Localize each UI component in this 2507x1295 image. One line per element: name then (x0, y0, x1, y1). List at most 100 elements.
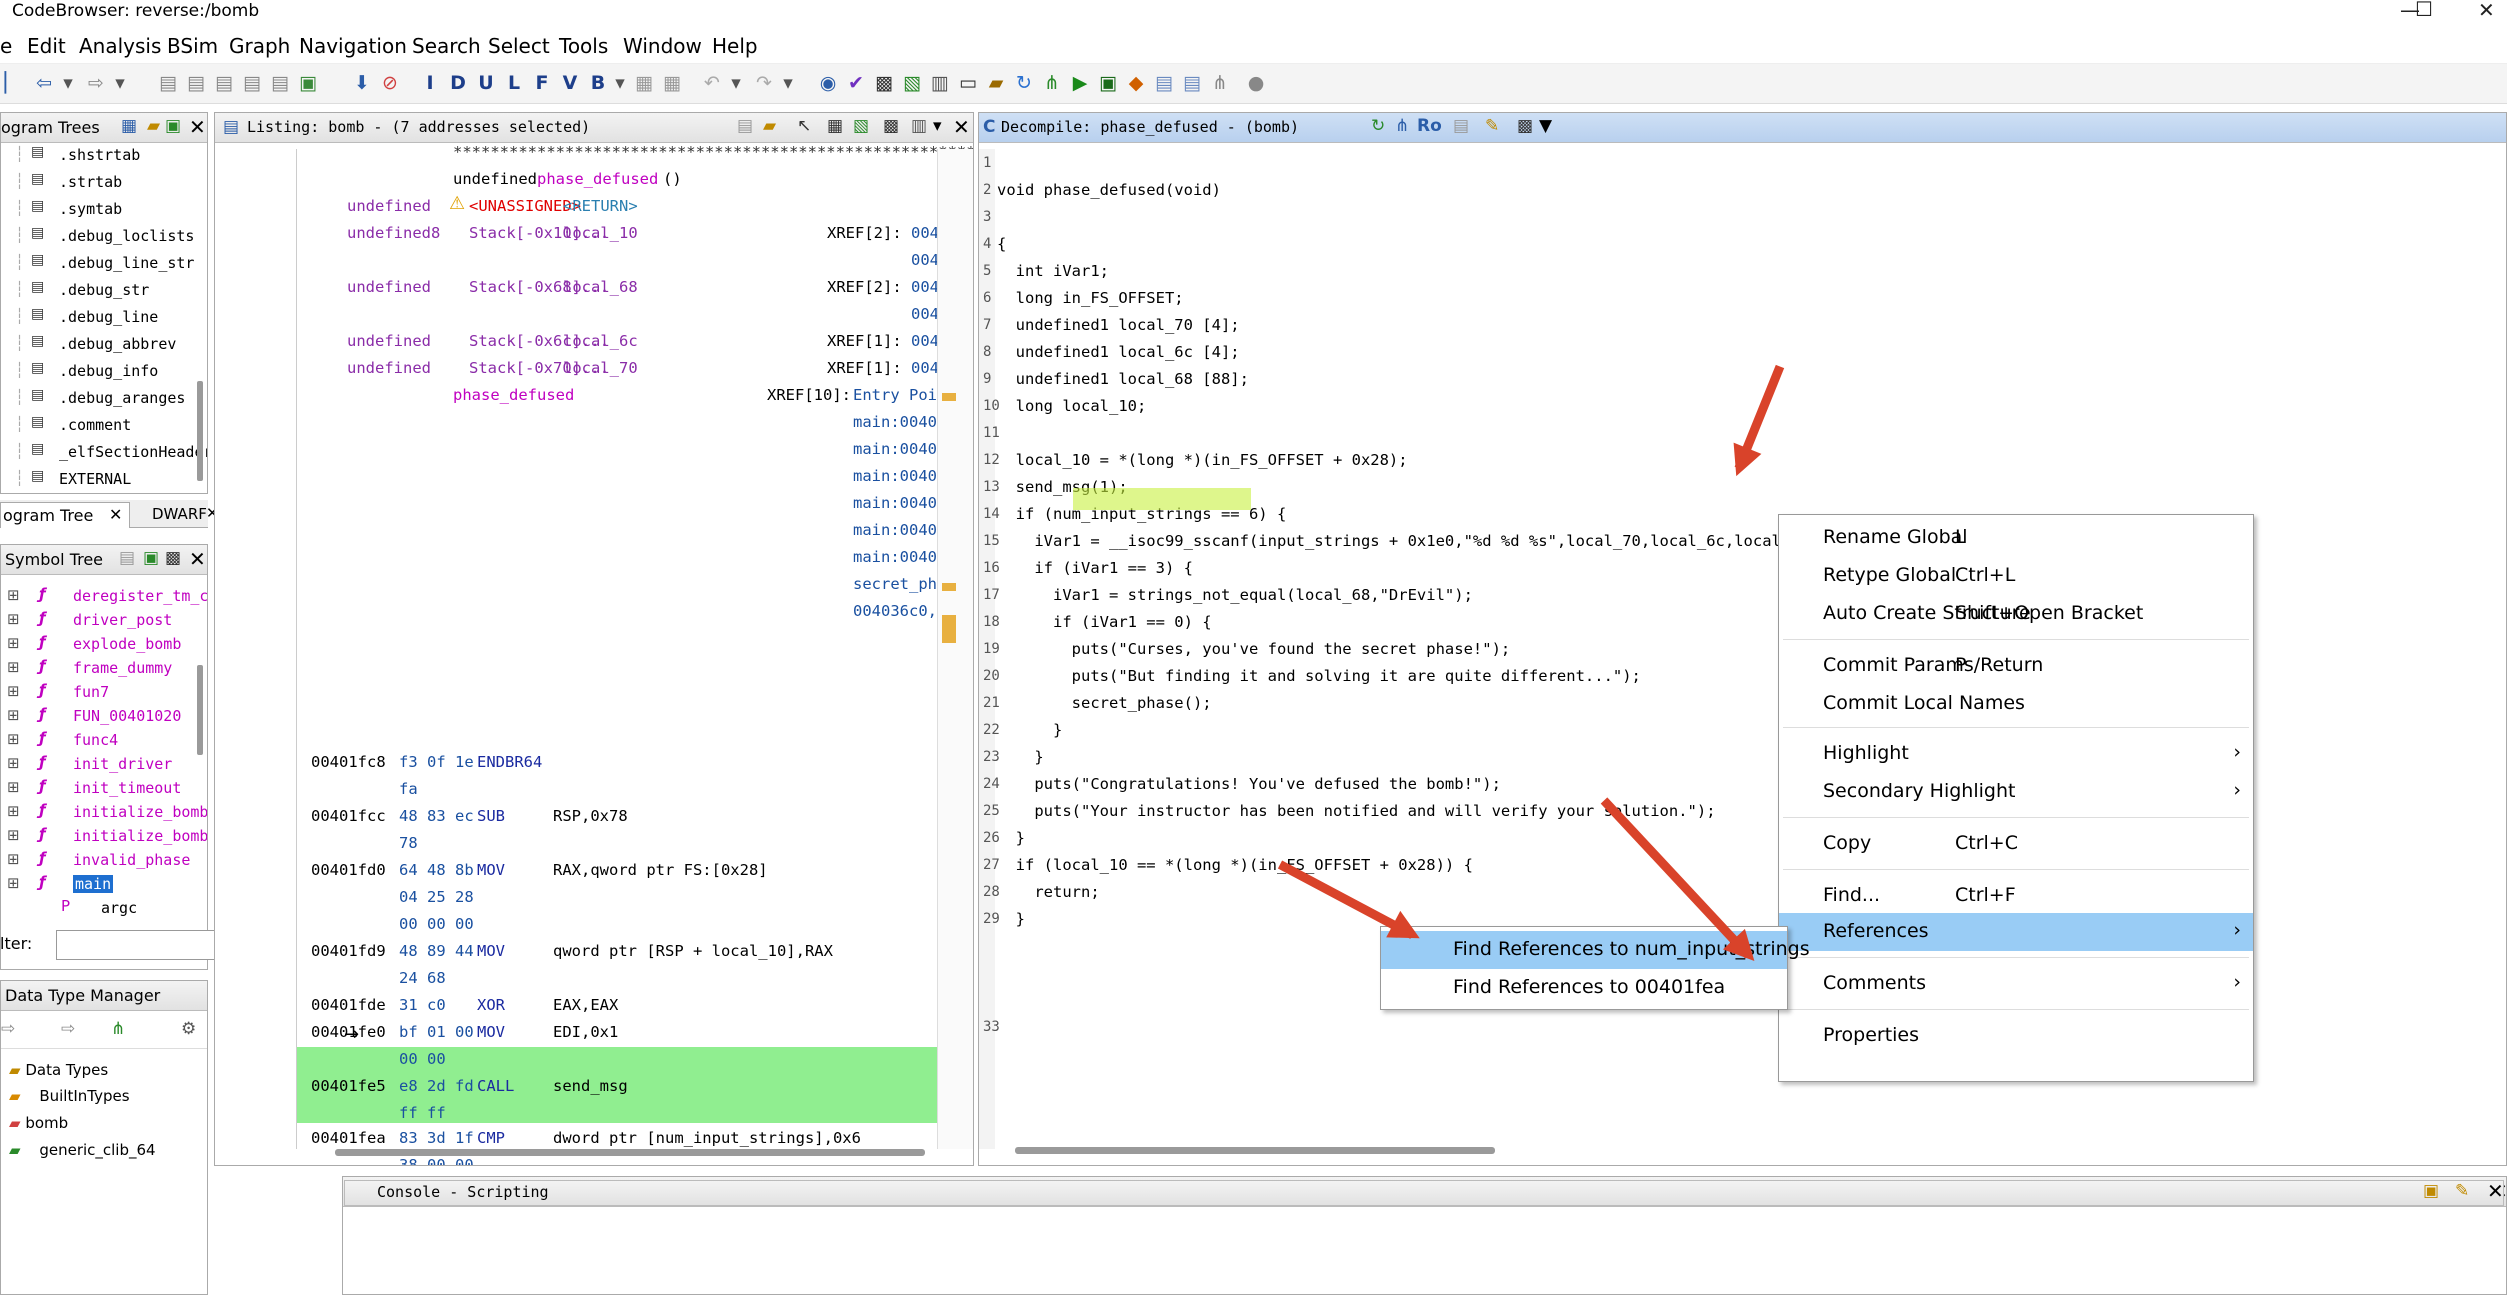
gear-icon[interactable]: ⚙ (181, 1019, 196, 1039)
menu-item-properties[interactable]: Properties (1779, 1017, 2253, 1055)
symbol-item[interactable]: ⊞ ƒ deregister_tm_clones (1, 585, 207, 609)
dropdown-icon[interactable]: ▾ (724, 71, 748, 95)
data-icon[interactable]: D (446, 71, 470, 95)
refresh-icon[interactable]: ↻ (1371, 116, 1385, 136)
symbol-item[interactable]: ⊞ ƒ frame_dummy (1, 657, 197, 681)
close-icon[interactable]: ✕ (189, 115, 206, 139)
layout-icon[interactable]: ▥ (911, 116, 927, 136)
console-output[interactable] (344, 1208, 2504, 1294)
redo-icon[interactable]: ↷ (752, 71, 776, 95)
page-icon[interactable]: ▤ (184, 71, 208, 95)
page-icon[interactable]: ▤ (268, 71, 292, 95)
dropdown-icon[interactable]: ▾ (608, 71, 632, 95)
menu-file[interactable]: e (0, 34, 12, 58)
expand-icon[interactable]: ⊞ (7, 706, 20, 724)
menu-item-references[interactable]: References › (1779, 913, 2253, 951)
value-icon[interactable]: V (558, 71, 582, 95)
forward-arrow-icon[interactable]: ⇨ (61, 1019, 75, 1039)
expand-icon[interactable]: ⊞ (7, 634, 20, 652)
close-icon[interactable]: ✕ (2487, 1179, 2504, 1203)
graph-icon[interactable]: ⋔ (1040, 71, 1064, 95)
table-icon[interactable]: ▥ (928, 71, 952, 95)
menu-tools[interactable]: Tools (559, 34, 608, 58)
expand-icon[interactable]: ⊞ (7, 778, 20, 796)
close-icon[interactable]: ✕ (953, 115, 970, 139)
symbol-item[interactable]: ⊞ ƒ FUN_00401020 (1, 705, 197, 729)
script-icon[interactable]: ▧ (900, 71, 924, 95)
dropdown-icon[interactable]: ▾ (776, 71, 800, 95)
paste-icon[interactable]: ▰ (763, 116, 776, 136)
expand-icon[interactable]: ⊞ (7, 658, 20, 676)
tree-item-generic-clib[interactable]: ▰ generic_clib_64 (9, 1141, 156, 1168)
expand-icon[interactable]: ⊞ (7, 826, 20, 844)
menu-edit[interactable]: Edit (27, 34, 66, 58)
symbol-item[interactable]: ⊞ ƒ func4 (1, 729, 197, 753)
page-icon[interactable]: ▤ (240, 71, 264, 95)
calculator-icon[interactable]: ▩ (872, 71, 896, 95)
edit-icon[interactable]: ✎ (1485, 116, 1499, 136)
listing-fields-icon[interactable]: ▦ (827, 116, 843, 136)
bookmark-icon[interactable]: B (586, 71, 610, 95)
undo-icon[interactable]: ↶ (700, 71, 724, 95)
menu-item-find-[interactable]: Find... Ctrl+F (1779, 877, 2253, 915)
snapshot-icon[interactable]: ▩ (883, 116, 899, 136)
page-icon[interactable]: ▤ (212, 71, 236, 95)
stop-icon[interactable]: ⊘ (378, 71, 402, 95)
open-tree-icon[interactable]: ▣ (165, 116, 181, 136)
menu-item-copy[interactable]: Copy Ctrl+C (1779, 825, 2253, 863)
menu-graph[interactable]: Graph (229, 34, 290, 58)
snapshot-icon[interactable]: ▩ (1517, 116, 1533, 136)
dropdown-icon[interactable]: ▾ (933, 116, 942, 136)
menu-item-auto-create-structure[interactable]: Auto Create Structure Shift+Open Bracket (1779, 595, 2253, 633)
close-icon[interactable]: ✕ (2478, 0, 2495, 22)
symbol-item[interactable]: ⊞ ƒ driver_post (1, 609, 197, 633)
back-arrow-icon[interactable]: ⇨ (1, 1019, 15, 1039)
dropdown-icon[interactable]: ▾ (108, 71, 132, 95)
export-icon[interactable]: ▣ (143, 548, 159, 568)
tab-dwarf[interactable]: DWARF ✕ (140, 502, 220, 528)
close-icon[interactable]: ✕ (109, 505, 122, 524)
window-icon[interactable]: ▤ (1180, 71, 1204, 95)
back-arrow-icon[interactable]: ⇦ (32, 71, 56, 95)
menu-analysis[interactable]: Analysis (79, 34, 161, 58)
refresh-icon[interactable]: ↻ (1012, 71, 1036, 95)
check-icon[interactable]: ✔ (844, 71, 868, 95)
horizontal-scrollbar[interactable] (335, 1149, 925, 1156)
symbol-item[interactable]: ⊞ ƒ init_timeout (1, 777, 197, 801)
tree-icon[interactable]: ⋔ (111, 1019, 125, 1039)
forward-arrow-icon[interactable]: ⇨ (84, 71, 108, 95)
symbol-item[interactable]: ⊞ ƒ invalid_phase (1, 849, 197, 873)
expand-icon[interactable]: ⊞ (7, 586, 20, 604)
data-types-root[interactable]: ▰ Data Types (9, 1061, 108, 1088)
menu-item-retype-global[interactable]: Retype Global Ctrl+L (1779, 557, 2253, 595)
symbol-item[interactable]: ⊞ ƒ explode_bomb (1, 633, 197, 657)
merge-icon[interactable]: ▦ (660, 71, 684, 95)
symbol-item[interactable]: ⊞ ƒ fun7 (1, 681, 197, 705)
menu-bsim[interactable]: BSim (167, 34, 218, 58)
import-icon[interactable]: ▤ (119, 548, 135, 568)
expand-icon[interactable]: ⊞ (7, 682, 20, 700)
new-tree-icon[interactable]: ▦ (121, 116, 137, 136)
symbol-item[interactable]: ⊞ ƒ initialize_bomb (1, 801, 207, 825)
label-icon[interactable]: L (502, 71, 526, 95)
menu-item-commit-params-return[interactable]: Commit Params/Return P (1779, 647, 2253, 685)
menu-select[interactable]: Select (488, 34, 550, 58)
dropdown-icon[interactable]: ▼ (1539, 116, 1552, 136)
symbol-item[interactable]: ⊞ ƒ main (1, 873, 197, 897)
clear-icon[interactable]: ✎ (2455, 1181, 2469, 1201)
maximize-icon[interactable]: ☐ (2415, 0, 2433, 21)
lock-icon[interactable]: ▣ (2423, 1181, 2439, 1201)
window-icon[interactable]: ▤ (1152, 71, 1176, 95)
symbol-item[interactable]: ⊞ ƒ init_driver (1, 753, 197, 777)
expand-icon[interactable]: ⊞ (7, 610, 20, 628)
tree-item-builtintypes[interactable]: ▰ BuiltInTypes (9, 1087, 130, 1114)
folder-icon[interactable]: ▰ (984, 71, 1008, 95)
instruction-icon[interactable]: I (418, 71, 442, 95)
dropdown-icon[interactable]: ▾ (56, 71, 80, 95)
expand-icon[interactable]: ⊞ (7, 850, 20, 868)
tab-program-tree[interactable]: ogram Tree ✕ (0, 502, 130, 528)
scrollbar-thumb[interactable] (197, 381, 203, 481)
help-icon[interactable]: ● (1244, 71, 1268, 95)
memory-icon[interactable]: ▭ (956, 71, 980, 95)
page-icon[interactable]: ▤ (156, 71, 180, 95)
